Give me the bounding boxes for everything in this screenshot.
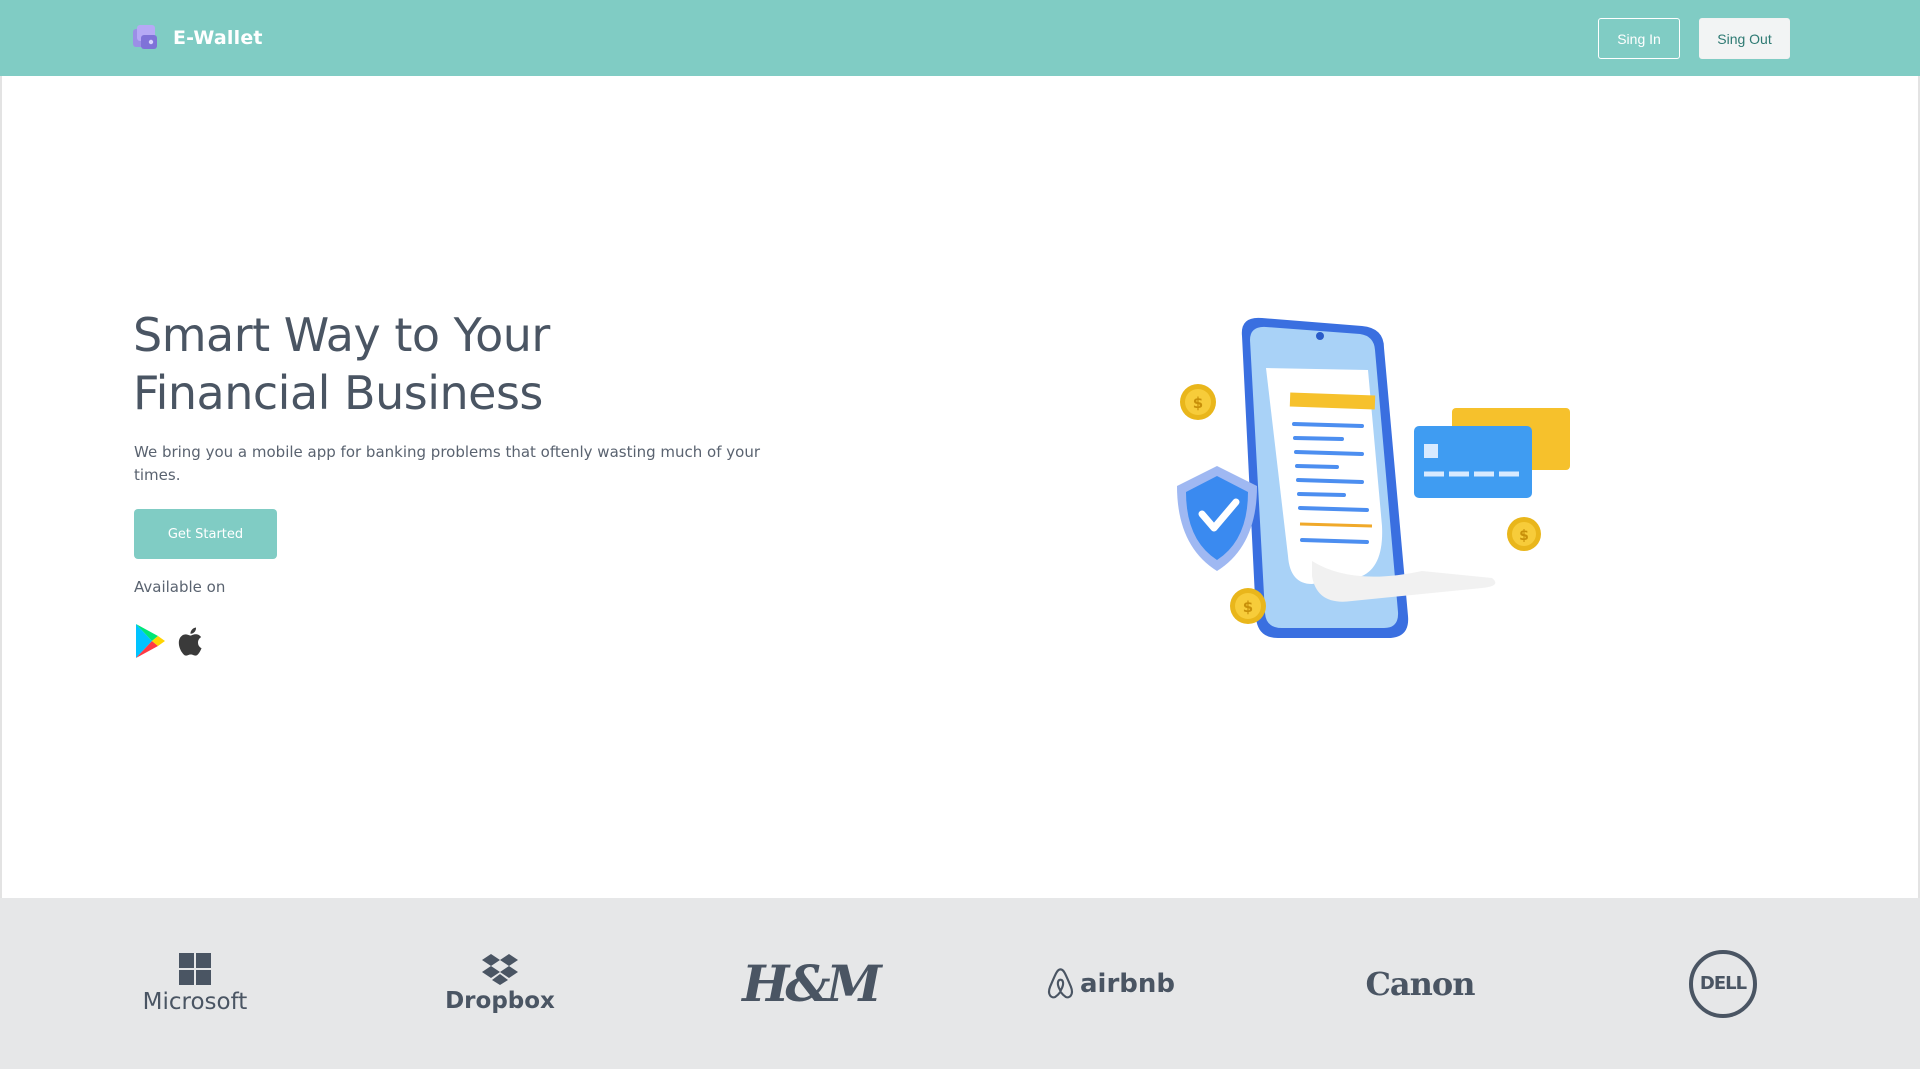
hm-logo-text: H&M <box>742 954 882 1013</box>
get-started-button[interactable]: Get Started <box>134 509 277 559</box>
hero-title-line1: Smart Way to Your <box>133 308 550 362</box>
sign-out-button[interactable]: Sing Out <box>1699 18 1790 59</box>
svg-text:$: $ <box>1519 528 1529 544</box>
sign-in-button[interactable]: Sing In <box>1598 18 1680 59</box>
dropbox-logo-text: Dropbox <box>445 987 555 1014</box>
dropbox-logo: Dropbox <box>440 898 560 1069</box>
svg-text:$: $ <box>1243 598 1253 616</box>
canon-logo: Canon <box>1355 898 1485 1069</box>
airbnb-logo-text: airbnb <box>1079 968 1175 999</box>
svg-text:$: $ <box>1193 394 1203 412</box>
microsoft-logo: Microsoft <box>130 898 260 1069</box>
google-play-icon[interactable] <box>134 623 166 659</box>
hero-title-line2: Financial Business <box>133 366 543 420</box>
hero-title: Smart Way to Your Financial Business <box>133 306 753 422</box>
hm-logo: H&M <box>742 898 882 1069</box>
dropbox-box-icon <box>482 953 518 985</box>
wallet-logo-icon <box>133 25 157 49</box>
available-on-label: Available on <box>134 578 226 596</box>
airbnb-belo-icon <box>1047 967 1074 998</box>
brand-name: E-Wallet <box>173 27 263 49</box>
dell-logo-ring: DELL <box>1689 949 1757 1018</box>
microsoft-logo-text: Microsoft <box>142 988 248 1015</box>
dell-logo: DELL <box>1685 898 1761 1069</box>
store-icons <box>134 623 208 659</box>
coin-icon: $ <box>1180 384 1216 420</box>
apple-icon[interactable] <box>176 623 208 659</box>
hero-subtitle: We bring you a mobile app for banking pr… <box>134 443 761 484</box>
airbnb-logo: airbnb <box>1045 898 1175 1069</box>
wallet-phone-illustration: $ $ $ <box>1177 317 1570 638</box>
hero-section: Smart Way to Your Financial Business We … <box>0 76 1920 898</box>
brand[interactable]: E-Wallet <box>131 23 263 53</box>
canon-logo-text: Canon <box>1365 964 1475 1003</box>
microsoft-windows-icon <box>179 952 211 985</box>
partner-logos: Microsoft Dropbox H&M airbnb Canon DELL <box>0 898 1920 1069</box>
navbar: E-Wallet Sing In Sing Out <box>0 0 1920 76</box>
dell-logo-text: DELL <box>1699 973 1747 994</box>
